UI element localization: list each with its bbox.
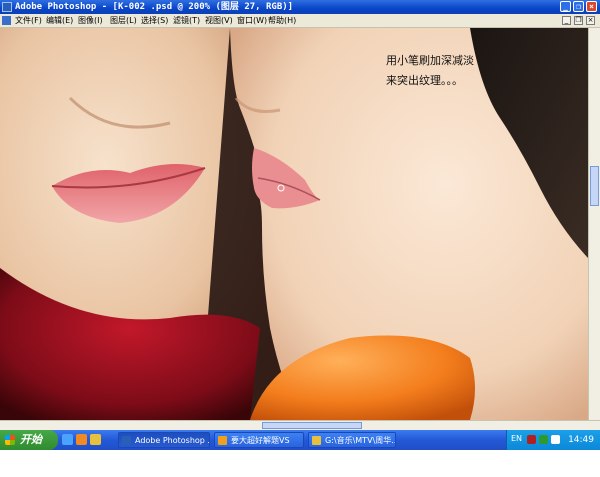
volume-tray-icon[interactable] — [551, 435, 560, 444]
start-button[interactable]: 开始 — [0, 430, 58, 450]
menu-bar: 文件(F) 编辑(E) 图像(I) 图层(L) 选择(S) 滤镜(T) 视图(V… — [0, 14, 600, 28]
menu-filter[interactable]: 滤镜(T) — [173, 14, 200, 27]
minimize-button[interactable]: _ — [560, 1, 571, 12]
photoshop-icon — [122, 436, 131, 445]
quicklaunch-desktop-icon[interactable] — [90, 434, 101, 445]
language-indicator[interactable]: EN — [511, 434, 522, 443]
window-title: Adobe Photoshop - [K-002 .psd @ 200% (图层… — [15, 2, 294, 12]
network-tray-icon[interactable] — [539, 435, 548, 444]
menu-image[interactable]: 图像(I) — [78, 14, 103, 27]
clock[interactable]: 14:49 — [568, 430, 594, 450]
horizontal-scrollbar[interactable] — [0, 420, 600, 430]
document-canvas[interactable]: 用小笔刷加深减淡 来突出纹理。。。 — [0, 28, 588, 420]
doc-close-button[interactable]: × — [586, 16, 595, 25]
media-player-icon — [218, 436, 227, 445]
menu-edit[interactable]: 编辑(E) — [46, 14, 73, 27]
menu-file[interactable]: 文件(F) — [15, 14, 42, 27]
task-explorer[interactable]: G:\音乐\MTV\周华... — [308, 432, 396, 448]
close-button[interactable]: × — [586, 1, 597, 12]
title-bar: Adobe Photoshop - [K-002 .psd @ 200% (图层… — [0, 0, 600, 14]
start-label: 开始 — [20, 433, 42, 446]
menu-help[interactable]: 帮助(H) — [268, 14, 296, 27]
doc-restore-button[interactable]: ❐ — [574, 16, 583, 25]
annotation-line-1: 用小笔刷加深减淡 — [386, 54, 474, 67]
menu-window[interactable]: 窗口(W) — [237, 14, 267, 27]
task-photoshop[interactable]: Adobe Photoshop ... — [118, 432, 210, 448]
taskbar: 开始 Adobe Photoshop ... 要大超好解题VS G:\音乐\MT… — [0, 430, 600, 450]
quicklaunch-media-icon[interactable] — [76, 434, 87, 445]
portrait-artwork — [0, 28, 588, 420]
menu-view[interactable]: 视图(V) — [205, 14, 233, 27]
menu-select[interactable]: 选择(S) — [141, 14, 168, 27]
task-label: G:\音乐\MTV\周华... — [325, 436, 396, 445]
antivirus-tray-icon[interactable] — [527, 435, 536, 444]
doc-minimize-button[interactable]: _ — [562, 16, 571, 25]
quicklaunch-ie-icon[interactable] — [62, 434, 73, 445]
restore-button[interactable]: ❐ — [573, 1, 584, 12]
annotation-line-2: 来突出纹理。。。 — [386, 74, 463, 87]
task-label: 要大超好解题VS — [231, 436, 290, 445]
horizontal-scroll-thumb[interactable] — [262, 422, 362, 429]
system-tray: EN 14:49 — [506, 430, 600, 450]
vertical-scrollbar[interactable] — [588, 28, 600, 420]
task-label: Adobe Photoshop ... — [135, 436, 210, 445]
folder-icon — [312, 436, 321, 445]
task-media[interactable]: 要大超好解题VS — [214, 432, 304, 448]
menu-layer[interactable]: 图层(L) — [110, 14, 137, 27]
vertical-scroll-thumb[interactable] — [590, 166, 599, 206]
photoshop-app-icon[interactable] — [2, 2, 12, 12]
windows-logo-icon — [5, 435, 15, 445]
below-screen-area — [0, 450, 600, 477]
document-icon[interactable] — [2, 16, 11, 25]
